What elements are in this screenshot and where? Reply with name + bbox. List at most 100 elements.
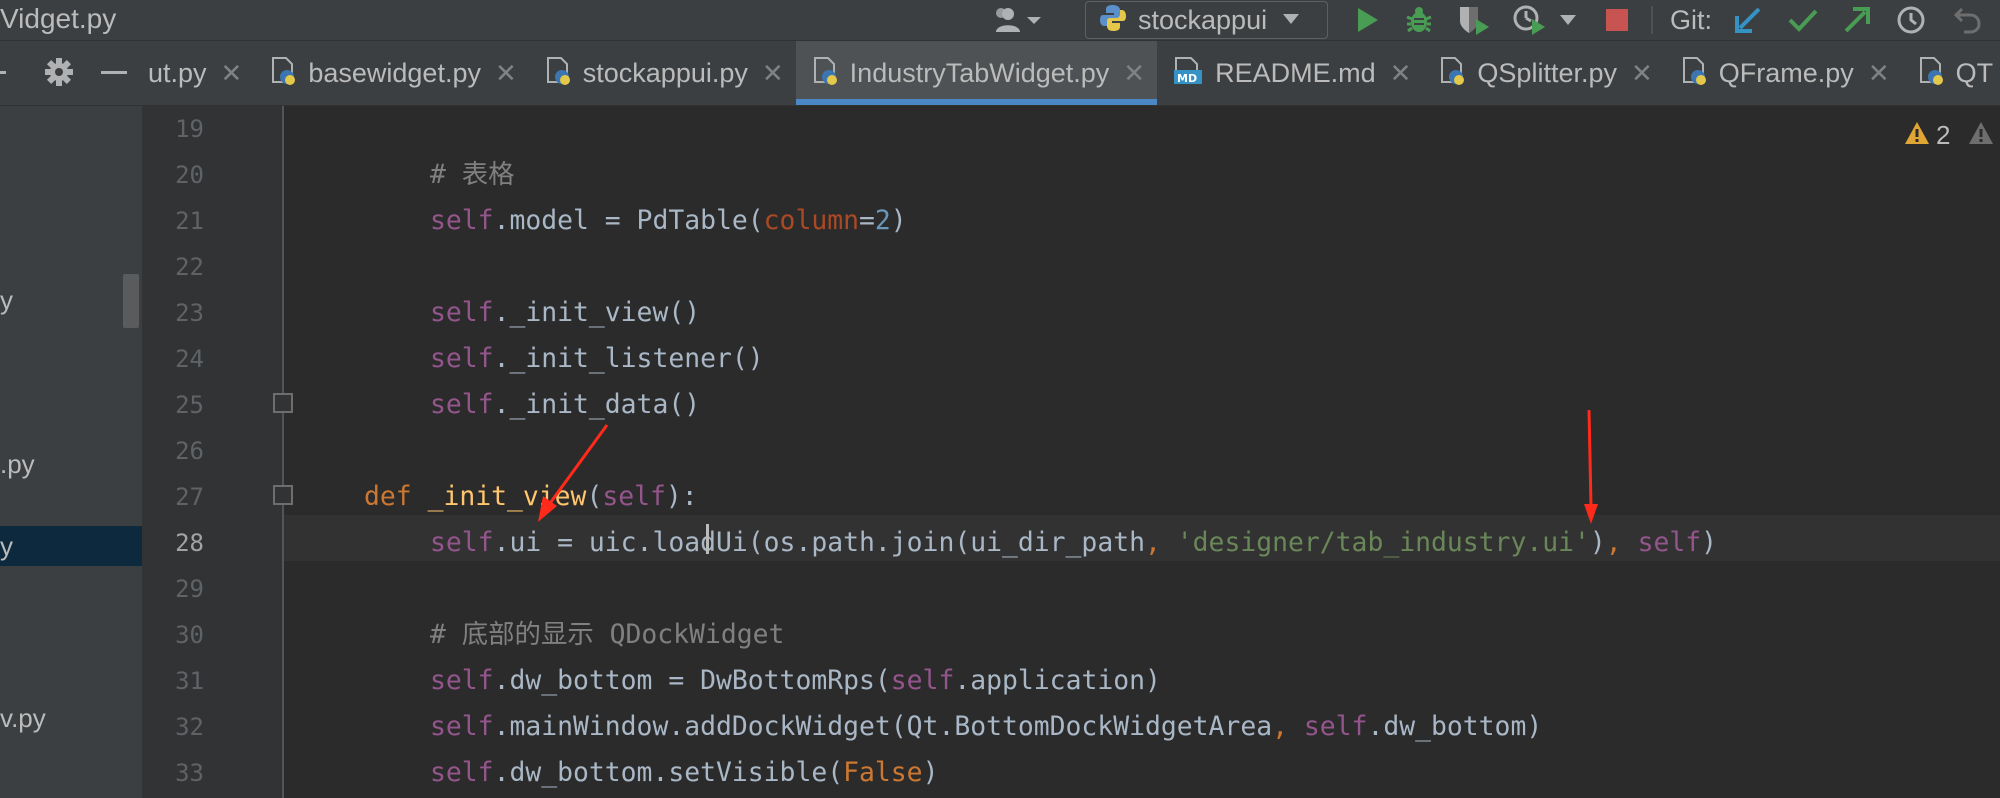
tab-readme-md[interactable]: MD README.md ✕ bbox=[1157, 41, 1423, 105]
debug-bug-icon[interactable] bbox=[1403, 4, 1435, 36]
run-with-coverage-icon[interactable] bbox=[1456, 4, 1492, 36]
code-token: ) bbox=[890, 205, 907, 236]
self-keyword: self bbox=[430, 389, 494, 420]
fold-start-marker-icon[interactable] bbox=[273, 485, 293, 505]
line-number: 32 bbox=[175, 713, 204, 741]
run-configuration-select[interactable]: stockappui bbox=[1085, 1, 1328, 39]
code-comment: # 底部的显示 QDockWidget bbox=[430, 619, 785, 650]
project-tree-item[interactable]: .py bbox=[0, 444, 142, 484]
inspection-warnings-widget[interactable]: 2 bbox=[1904, 120, 1994, 151]
code-line-27: def _init_view(self): bbox=[364, 474, 698, 520]
tab-stockappui-py[interactable]: stockappui.py ✕ bbox=[529, 41, 796, 105]
git-history-clock-icon[interactable] bbox=[1894, 4, 1928, 36]
code-token: .application) bbox=[954, 665, 1161, 696]
tab-label: QFrame.py bbox=[1718, 57, 1854, 88]
tab-qt-truncated[interactable]: QT bbox=[1902, 41, 2000, 105]
main-toolbar: Vidget.py stockappui Git: bbox=[0, 0, 2000, 40]
git-update-arrow-icon[interactable] bbox=[1732, 4, 1764, 36]
fold-end-marker-icon[interactable] bbox=[273, 393, 293, 413]
close-icon[interactable]: ✕ bbox=[495, 58, 517, 89]
self-keyword: self bbox=[602, 481, 666, 512]
false-keyword: False bbox=[843, 757, 923, 788]
comma: , bbox=[1145, 527, 1161, 558]
tab-basewidget-py[interactable]: basewidget.py ✕ bbox=[254, 41, 528, 105]
code-line-31: self.dw_bottom = DwBottomRps(self.applic… bbox=[430, 658, 1161, 704]
user-account-icon[interactable] bbox=[990, 4, 1046, 36]
code-token: ): bbox=[665, 481, 698, 512]
code-token: ) bbox=[1701, 527, 1718, 558]
stop-icon[interactable] bbox=[1601, 4, 1633, 36]
line-number: 19 bbox=[175, 115, 204, 143]
code-token: ) bbox=[1589, 527, 1606, 558]
code-token: ._init_data() bbox=[493, 389, 701, 420]
line-number: 27 bbox=[175, 483, 204, 511]
warning-triangle-icon bbox=[1904, 121, 1930, 150]
self-keyword: self bbox=[430, 527, 494, 558]
project-tree-item[interactable]: y bbox=[0, 280, 142, 320]
git-rollback-icon[interactable] bbox=[1950, 4, 1984, 36]
tab-industrytabwidget-py[interactable]: IndustryTabWidget.py ✕ bbox=[795, 41, 1158, 105]
code-line-20: # 表格 bbox=[430, 152, 515, 198]
line-number: 21 bbox=[175, 207, 204, 235]
code-line-33: self.dw_bottom.setVisible(False) bbox=[430, 750, 938, 796]
code-token: .dw_bottom.setVisible( bbox=[493, 757, 844, 788]
fold-guide-line bbox=[282, 106, 284, 798]
project-tree-panel: y .py y v.py bbox=[0, 106, 142, 798]
project-tree-item-selected[interactable]: y bbox=[0, 526, 142, 566]
def-keyword: def bbox=[364, 481, 412, 512]
comma: , bbox=[1605, 527, 1622, 558]
code-token: .model = PdTable( bbox=[493, 205, 764, 236]
tab-label: stockappui.py bbox=[582, 57, 748, 88]
project-tree-item[interactable]: v.py bbox=[0, 698, 142, 738]
self-keyword: self bbox=[430, 297, 494, 328]
self-keyword: self bbox=[430, 757, 494, 788]
project-panel-scrollbar[interactable] bbox=[123, 274, 139, 328]
tab-qframe-py[interactable]: QFrame.py ✕ bbox=[1665, 41, 1902, 105]
close-icon[interactable]: ✕ bbox=[221, 58, 243, 89]
line-number: 33 bbox=[175, 759, 204, 787]
line-number-current: 28 bbox=[175, 529, 204, 557]
git-push-arrow-icon[interactable] bbox=[1841, 4, 1873, 36]
run-config-label: stockappui bbox=[1138, 4, 1268, 35]
close-icon[interactable]: ✕ bbox=[1390, 58, 1412, 89]
code-comment: # 表格 bbox=[430, 159, 515, 190]
line-number: 22 bbox=[175, 253, 204, 281]
code-editor[interactable]: 19 20 21 22 23 24 25 26 27 28 29 30 31 3… bbox=[142, 106, 2000, 798]
close-icon[interactable]: ✕ bbox=[762, 58, 784, 89]
hide-panel-icon[interactable] bbox=[101, 71, 127, 74]
collapse-all-icon[interactable] bbox=[0, 71, 6, 74]
tab-label: basewidget.py bbox=[308, 57, 481, 88]
close-icon[interactable]: ✕ bbox=[1631, 58, 1653, 89]
close-icon[interactable]: ✕ bbox=[1123, 58, 1145, 89]
function-name: _init_view bbox=[427, 481, 587, 512]
code-line-32: self.mainWindow.addDockWidget(Qt.BottomD… bbox=[430, 704, 1542, 750]
python-file-icon bbox=[270, 56, 298, 91]
close-icon[interactable]: ✕ bbox=[1868, 58, 1890, 89]
editor-tab-bar: ut.py ✕ basewidget.py ✕ stockappui.py ✕ … bbox=[0, 40, 2000, 106]
code-token: .dw_bottom) bbox=[1367, 711, 1543, 742]
profile-icon[interactable] bbox=[1512, 4, 1548, 36]
code-line-25: self._init_data() bbox=[430, 382, 700, 428]
line-number: 20 bbox=[175, 161, 204, 189]
self-keyword: self bbox=[1303, 711, 1368, 742]
git-commit-check-icon[interactable] bbox=[1787, 4, 1819, 36]
string-literal: 'designer/tab_industry.ui' bbox=[1176, 527, 1590, 558]
code-token: .dw_bottom = DwBottomRps( bbox=[493, 665, 891, 696]
gear-icon[interactable] bbox=[44, 57, 74, 92]
code-token: ._init_view() bbox=[493, 297, 701, 328]
tab-ut-py[interactable]: ut.py ✕ bbox=[142, 41, 254, 105]
python-file-icon bbox=[1681, 56, 1709, 91]
run-icon[interactable] bbox=[1352, 4, 1384, 36]
self-keyword: self bbox=[430, 343, 494, 374]
chevron-down-icon[interactable] bbox=[1556, 4, 1580, 36]
line-number: 29 bbox=[175, 575, 204, 603]
code-token: ) bbox=[922, 757, 939, 788]
line-number: 26 bbox=[175, 437, 204, 465]
tab-label: QSplitter.py bbox=[1477, 57, 1617, 88]
tab-qsplitter-py[interactable]: QSplitter.py ✕ bbox=[1423, 41, 1664, 105]
line-number: 30 bbox=[175, 621, 204, 649]
self-keyword: self bbox=[430, 665, 494, 696]
python-icon bbox=[1098, 3, 1128, 38]
comma: , bbox=[1272, 711, 1288, 742]
warning-triangle-icon bbox=[1968, 121, 1994, 150]
